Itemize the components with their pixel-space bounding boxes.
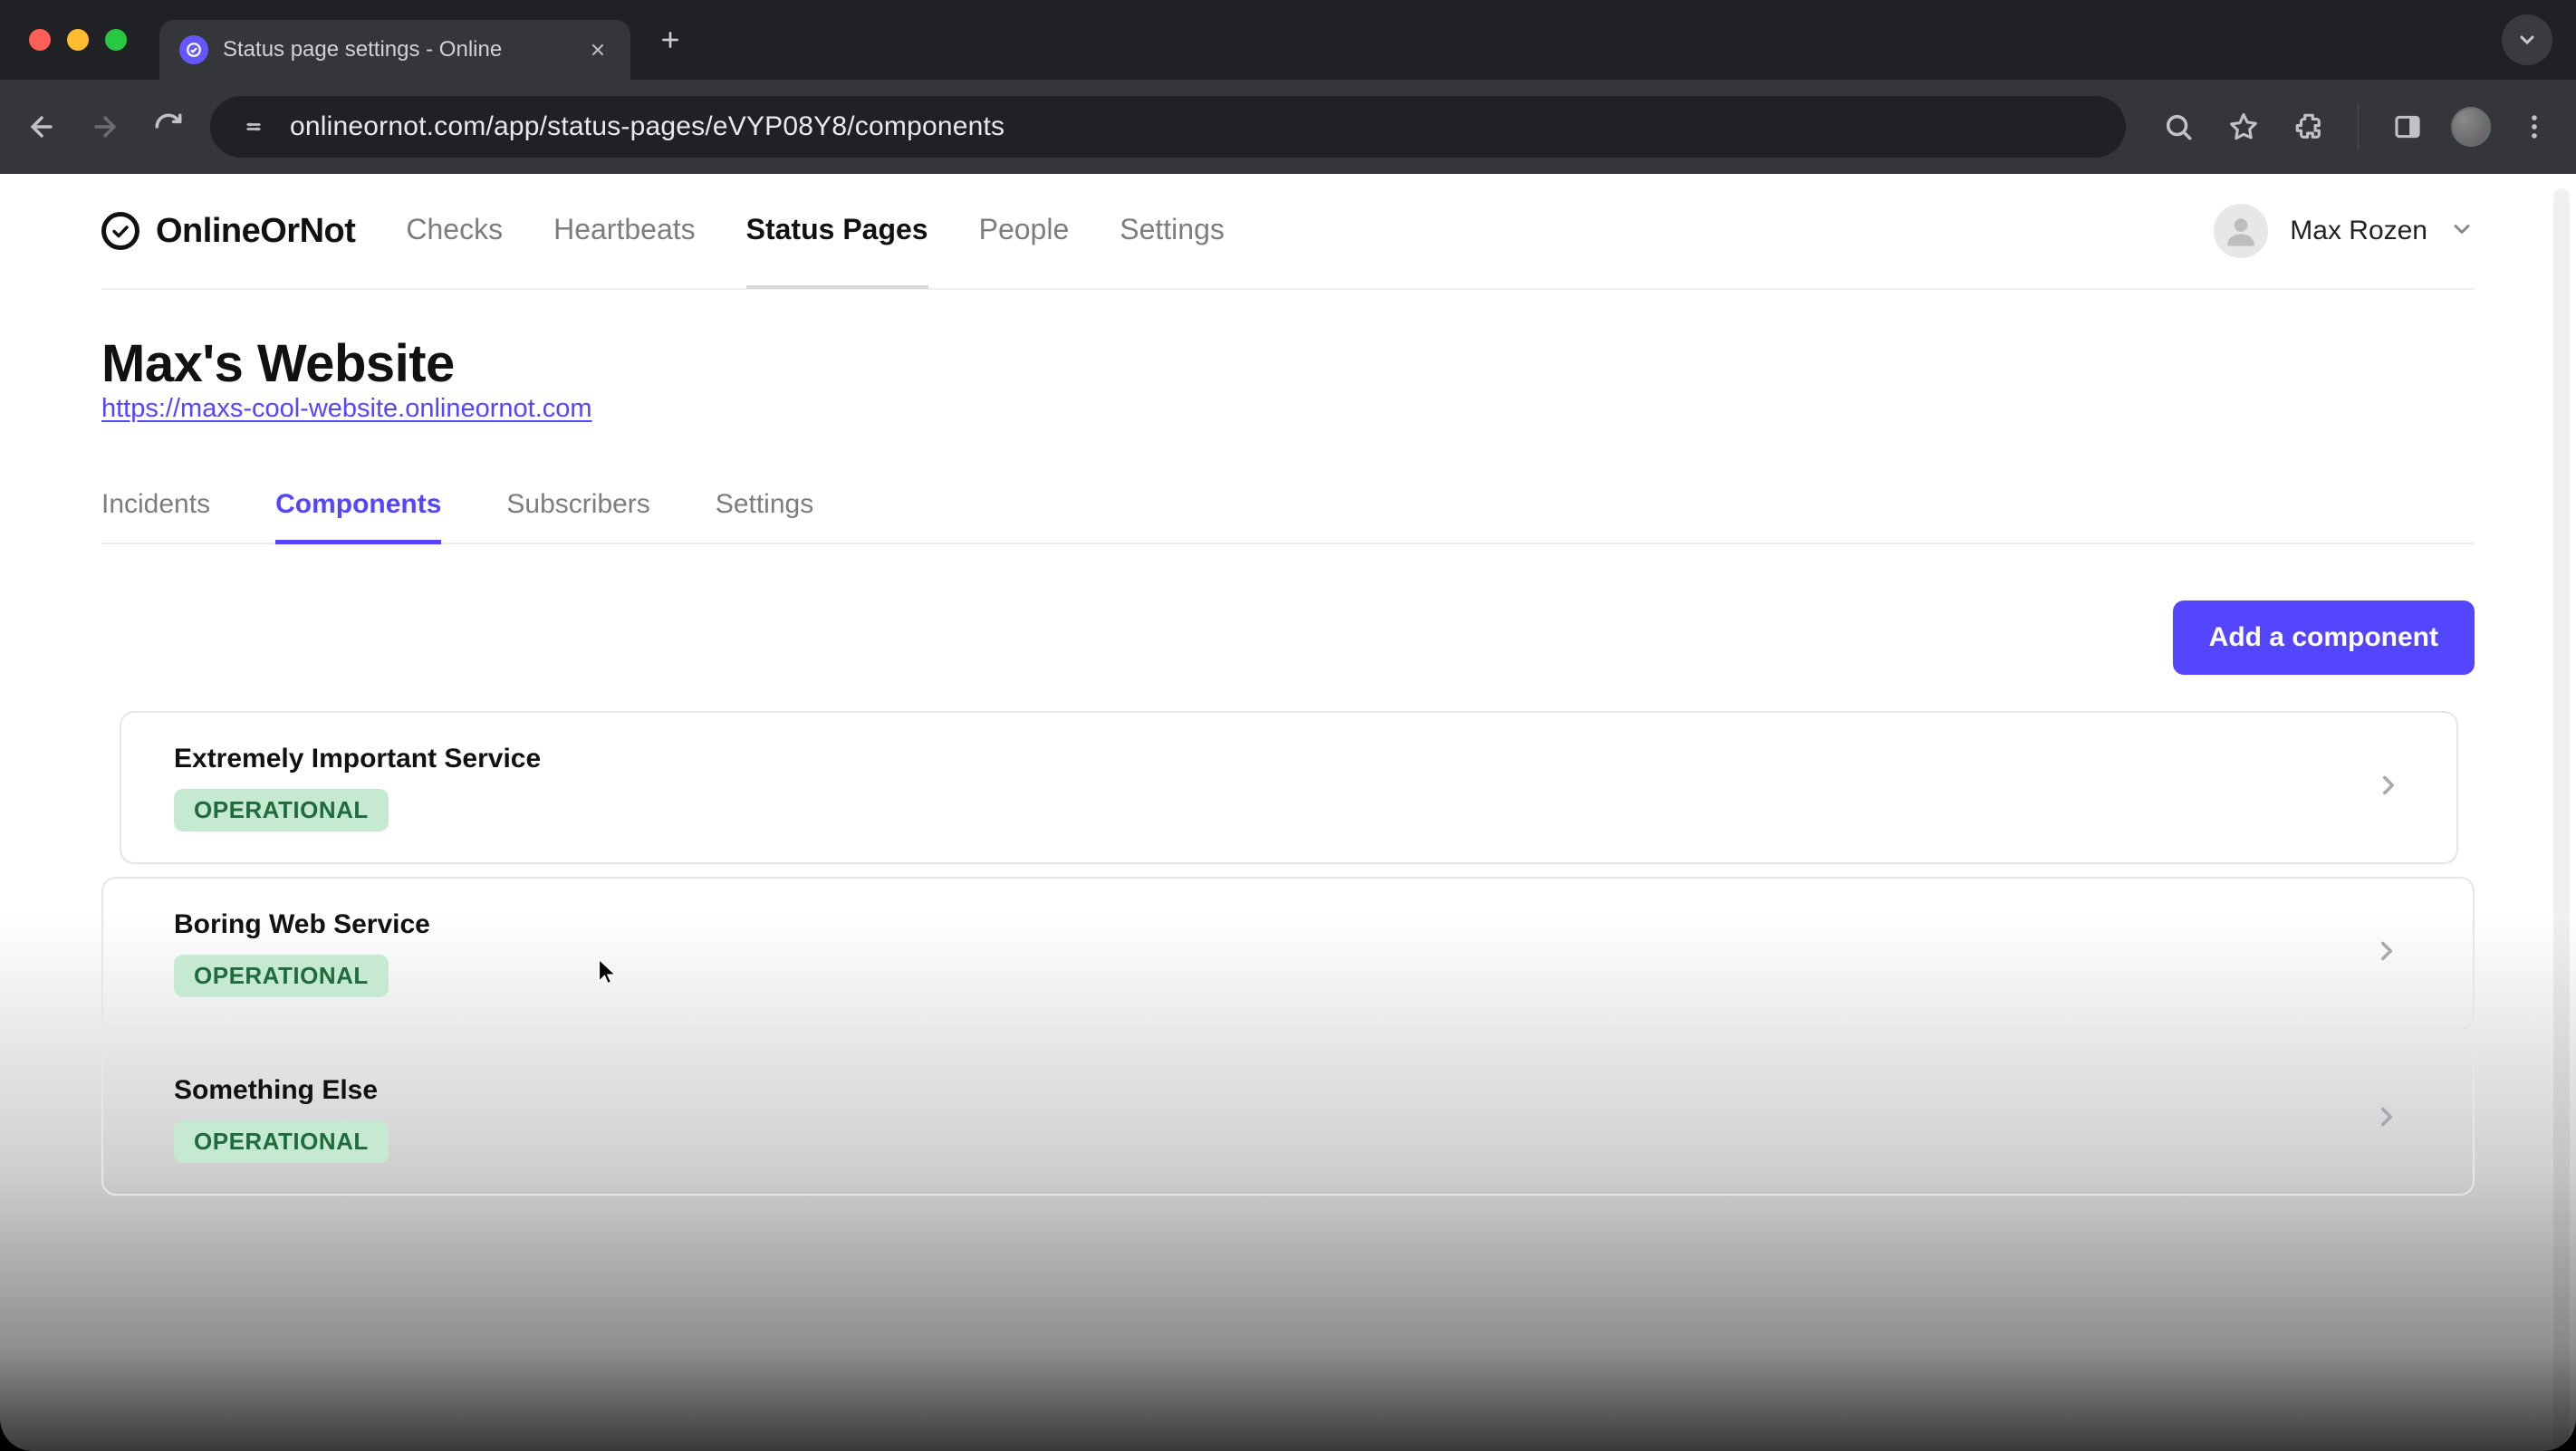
nav-checks[interactable]: Checks — [406, 174, 503, 289]
browser-menu-button[interactable] — [2513, 105, 2556, 149]
close-tab-button[interactable] — [585, 37, 610, 62]
window-zoom-button[interactable] — [105, 29, 127, 51]
forward-button[interactable] — [83, 105, 127, 149]
nav-status-pages[interactable]: Status Pages — [746, 174, 928, 289]
side-panel-button[interactable] — [2386, 105, 2429, 149]
nav-settings[interactable]: Settings — [1120, 174, 1225, 289]
component-name: Extremely Important Service — [174, 744, 2373, 774]
brand-logo-link[interactable]: OnlineOrNot — [101, 212, 355, 251]
profile-avatar-button[interactable] — [2451, 107, 2491, 147]
page-title: Max's Website — [101, 333, 2475, 394]
back-button[interactable] — [20, 105, 63, 149]
chevron-down-icon — [2449, 216, 2475, 246]
brand-name: OnlineOrNot — [156, 212, 355, 251]
bookmark-button[interactable] — [2222, 105, 2265, 149]
window-close-button[interactable] — [29, 29, 51, 51]
chevron-right-icon — [2373, 770, 2404, 805]
browser-tab[interactable]: Status page settings - Online — [159, 20, 630, 80]
status-page-subtabs: Incidents Components Subscribers Setting… — [101, 489, 2475, 544]
toolbar-divider — [2358, 103, 2359, 150]
address-bar[interactable]: onlineornot.com/app/status-pages/eVYP08Y… — [210, 96, 2126, 158]
tab-favicon-icon — [179, 35, 208, 64]
component-list: Extremely Important Service OPERATIONAL … — [101, 711, 2475, 1196]
component-name: Something Else — [174, 1075, 2371, 1106]
page-scrollbar[interactable] — [2551, 183, 2572, 1442]
window-minimize-button[interactable] — [67, 29, 89, 51]
browser-tab-strip: Status page settings - Online — [0, 0, 2576, 80]
new-tab-button[interactable] — [650, 20, 690, 60]
component-row[interactable]: Boring Web Service OPERATIONAL — [101, 877, 2475, 1030]
window-controls — [16, 29, 159, 51]
brand-logo-icon — [101, 212, 139, 250]
chevron-right-icon — [2371, 936, 2402, 971]
app-topnav: OnlineOrNot Checks Heartbeats Status Pag… — [101, 174, 2475, 290]
chevron-right-icon — [2371, 1101, 2402, 1137]
subtab-components[interactable]: Components — [275, 489, 441, 544]
address-bar-url: onlineornot.com/app/status-pages/eVYP08Y… — [290, 111, 1004, 142]
site-info-icon[interactable] — [237, 111, 270, 143]
subtab-subscribers[interactable]: Subscribers — [506, 489, 649, 544]
status-badge: OPERATIONAL — [174, 1120, 389, 1163]
status-badge: OPERATIONAL — [174, 955, 389, 997]
extensions-button[interactable] — [2287, 105, 2331, 149]
status-page-url-link[interactable]: https://maxs-cool-website.onlineornot.co… — [101, 394, 592, 423]
nav-heartbeats[interactable]: Heartbeats — [553, 174, 696, 289]
reload-button[interactable] — [147, 105, 190, 149]
component-name: Boring Web Service — [174, 909, 2371, 940]
status-badge: OPERATIONAL — [174, 789, 389, 831]
user-name: Max Rozen — [2290, 216, 2427, 246]
component-row[interactable]: Something Else OPERATIONAL — [101, 1043, 2475, 1196]
nav-people[interactable]: People — [979, 174, 1070, 289]
subtab-incidents[interactable]: Incidents — [101, 489, 210, 544]
user-avatar-icon — [2214, 204, 2268, 258]
subtab-settings[interactable]: Settings — [716, 489, 813, 544]
component-row[interactable]: Extremely Important Service OPERATIONAL — [120, 711, 2458, 864]
user-menu[interactable]: Max Rozen — [2214, 204, 2475, 258]
browser-tab-title: Status page settings - Online — [223, 37, 571, 62]
tab-overflow-button[interactable] — [2502, 14, 2552, 65]
add-component-button[interactable]: Add a component — [2173, 601, 2475, 675]
search-page-button[interactable] — [2157, 105, 2200, 149]
browser-toolbar: onlineornot.com/app/status-pages/eVYP08Y… — [0, 80, 2576, 174]
